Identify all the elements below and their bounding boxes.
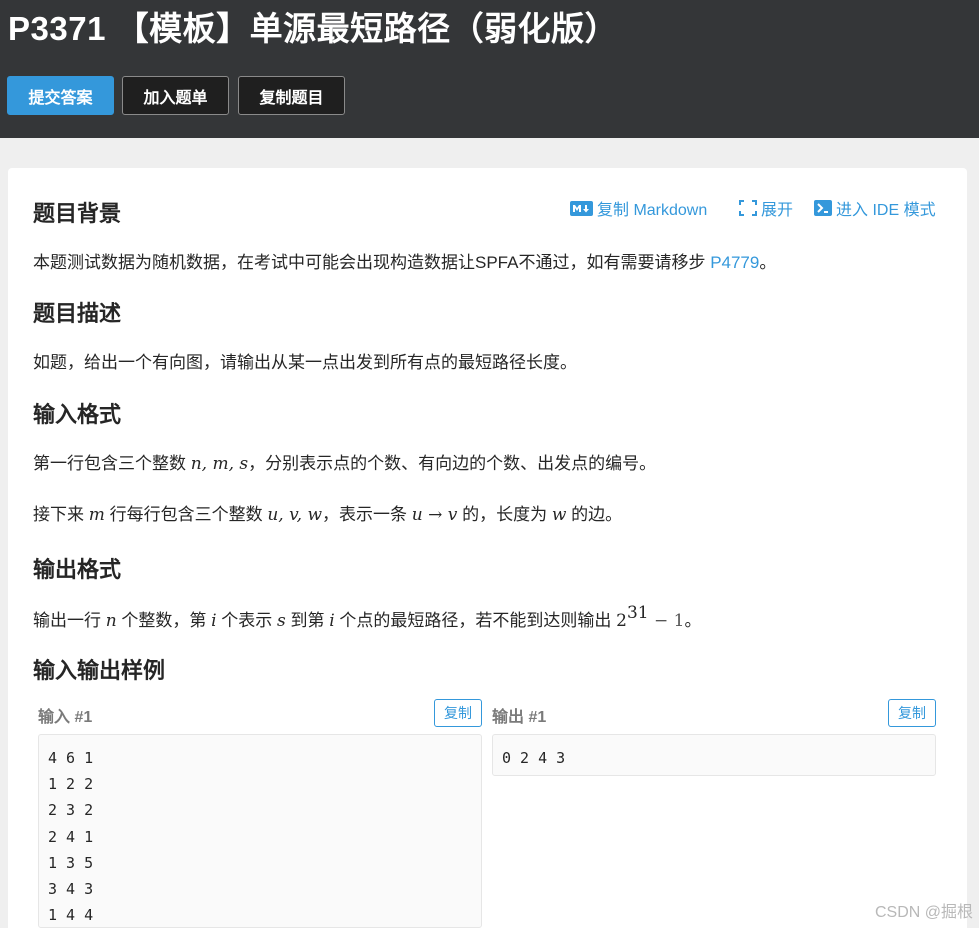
copy-output-button[interactable]: 复制 <box>888 699 936 727</box>
background-text: 本题测试数据为随机数据，在考试中可能会出现构造数据让SPFA不通过，如有需要请移… <box>33 253 777 272</box>
input-format-line1: 第一行包含三个整数 n, m, s，分别表示点的个数、有向边的个数、出发点的编号… <box>33 454 657 474</box>
input-format-line2: 接下来 m 行每行包含三个整数 u, v, w，表示一条 u → v 的，长度为… <box>33 505 623 525</box>
code-line: 3 4 3 <box>48 880 94 899</box>
output-format-heading: 输出格式 <box>33 557 122 582</box>
background-heading: 题目背景 <box>33 201 122 226</box>
copy-input-button[interactable]: 复制 <box>434 699 482 727</box>
terminal-icon <box>814 200 832 216</box>
samples-heading: 输入输出样例 <box>33 658 166 683</box>
input-sample-box: 4 6 1 1 2 2 2 3 2 2 4 1 1 3 5 3 4 3 1 4 … <box>38 734 482 928</box>
code-line: 1 2 2 <box>48 775 94 794</box>
copy-markdown-label: 复制 Markdown <box>597 202 708 219</box>
expand-icon <box>739 200 757 216</box>
code-line: 0 2 4 3 <box>502 749 566 767</box>
ide-mode-link[interactable]: 进入 IDE 模式 <box>814 197 936 219</box>
code-line: 1 4 4 <box>48 906 94 925</box>
expand-label: 展开 <box>761 202 794 219</box>
copy-markdown-link[interactable]: 复制 Markdown <box>570 197 707 219</box>
code-line: 2 4 1 <box>48 827 94 846</box>
description-heading: 题目描述 <box>33 301 122 326</box>
code-line: 2 3 2 <box>48 801 94 820</box>
copy-problem-button[interactable]: 复制题目 <box>238 76 345 115</box>
code-line: 4 6 1 <box>48 749 94 767</box>
submit-answer-button[interactable]: 提交答案 <box>7 76 114 115</box>
expand-link[interactable]: 展开 <box>739 197 793 219</box>
input-sample-label: 输入 #1 <box>38 709 93 726</box>
output-format-line: 输出一行 n 个整数，第 i 个表示 s 到第 i 个点的最短路径，若不能到达则… <box>33 603 702 631</box>
description-text: 如题，给出一个有向图，请输出从某一点出发到所有点的最短路径长度。 <box>33 353 577 372</box>
code-line: 1 3 5 <box>48 853 94 872</box>
input-format-heading: 输入格式 <box>33 402 122 427</box>
ide-mode-label: 进入 IDE 模式 <box>836 202 936 219</box>
output-sample-label: 输出 #1 <box>492 709 547 726</box>
p4779-link[interactable]: P4779 <box>710 253 759 272</box>
problem-header: P3371 【模板】单源最短路径（弱化版） 提交答案 加入题单 复制题目 <box>0 0 979 138</box>
markdown-icon <box>570 200 593 216</box>
add-to-list-button[interactable]: 加入题单 <box>122 76 229 115</box>
watermark: CSDN @掘根 <box>874 904 973 921</box>
problem-title: P3371 【模板】单源最短路径（弱化版） <box>8 10 619 47</box>
output-sample-box: 0 2 4 3 <box>492 734 936 776</box>
